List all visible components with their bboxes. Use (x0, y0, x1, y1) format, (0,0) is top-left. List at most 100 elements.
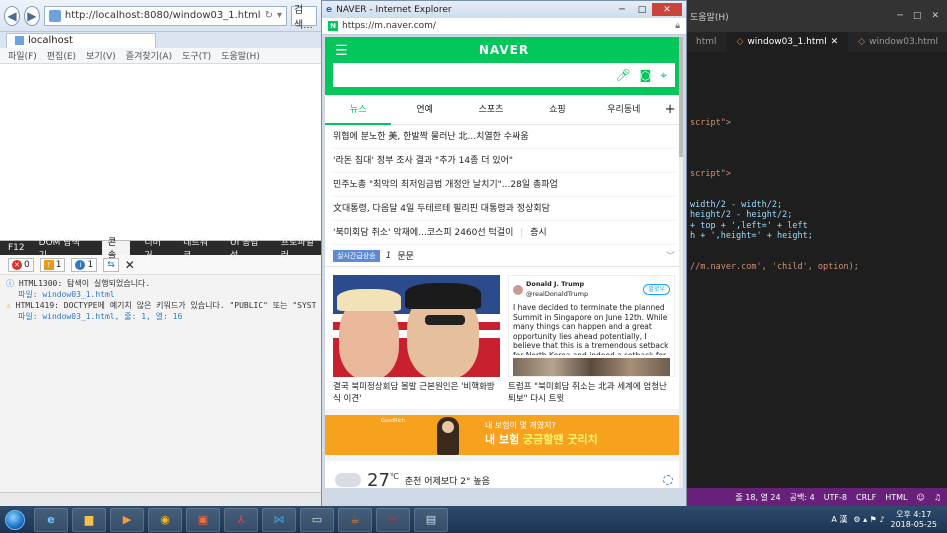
menu-help[interactable]: 도움말(H) (221, 49, 260, 62)
vscode-tab-window03[interactable]: ◇ window03.html (848, 32, 947, 52)
menu-tools[interactable]: 도구(T) (182, 49, 211, 62)
tab-news[interactable]: 뉴스 (325, 95, 392, 125)
vscode-menu-help[interactable]: 도움말(H) (690, 10, 729, 23)
vscode-tab-html[interactable]: html (686, 32, 727, 52)
news-item[interactable]: '라돈 침대' 정부 조사 결과 "추가 14종 더 있어" (333, 149, 675, 173)
ie-tab-localhost[interactable]: localhost (6, 32, 156, 48)
tab-neighborhood[interactable]: 우리동네 (591, 95, 657, 125)
clock-date: 2018-05-25 (890, 519, 938, 529)
taskbar-app-orange[interactable]: ▣ (186, 507, 220, 532)
card-caption: 트럼프 "북미회담 취소는 北과 세계에 엄청난 퇴보" 다시 트윗 (508, 382, 667, 404)
status-line-ending[interactable]: CRLF (856, 493, 876, 502)
status-encoding[interactable]: UTF-8 (824, 493, 847, 502)
tweet-author-name: Donald J. Trump (526, 280, 585, 288)
clear-console-icon[interactable]: ✕ (125, 258, 135, 272)
scrollbar-thumb[interactable] (679, 37, 683, 157)
f12-tab-profiler[interactable]: 프로파일러 (281, 235, 322, 261)
tab-entertainment[interactable]: 연예 (391, 95, 457, 125)
close-tab-icon[interactable]: ✕ (831, 37, 839, 47)
code-editor[interactable]: script"> script"> width/2 - width/2; hei… (686, 52, 947, 272)
taskbar-cmd[interactable]: ▭ (300, 507, 334, 532)
refresh-icon[interactable]: ↻ (265, 10, 273, 21)
news-card[interactable]: Donald J. Trump @realDonaldTrump 팔로우 I ha… (508, 275, 675, 405)
warning-filter-button[interactable]: ! 1 (39, 257, 66, 272)
taskbar-chrome[interactable]: ◉ (148, 507, 182, 532)
news-item[interactable]: 민주노총 "최악의 최저임금법 개정안 날치기"...28일 총파업 (333, 173, 675, 197)
ie-url-field[interactable]: http://localhost:8080/window03_1.html ↻ … (43, 5, 287, 26)
minimize-icon[interactable]: ─ (612, 3, 632, 16)
refresh-ring-icon[interactable] (663, 475, 673, 485)
tweet-author: Donald J. Trump @realDonaldTrump (526, 280, 588, 299)
realtime-trending-bar[interactable]: 실시간급상승 1 문문 ﹀ (325, 245, 683, 267)
tab-label: window03_1.html (747, 37, 827, 47)
taskbar-snipping-tool[interactable]: ✂ (376, 507, 410, 532)
news-headline[interactable]: '북미회담 취소' 악재에...코스피 2460선 턱걸이 (333, 228, 513, 238)
ime-indicator[interactable]: A 漢 (831, 514, 847, 525)
popup-scrollbar[interactable] (679, 37, 683, 488)
close-icon[interactable]: ✕ (931, 11, 939, 21)
naver-logo[interactable]: NAVER (325, 43, 683, 57)
error-count: 0 (24, 259, 30, 270)
status-cursor-position[interactable]: 줄 18, 열 24 (735, 492, 780, 503)
trending-label: 실시간급상승 (333, 249, 380, 262)
taskbar-java[interactable]: ☕︎ (338, 507, 372, 532)
f12-tab-debugger[interactable]: 디버거 (144, 235, 169, 261)
console-line[interactable]: 파일: window03_1.html, 줄: 1, 열: 16 (6, 311, 316, 322)
menu-favorites[interactable]: 즐겨찾기(A) (126, 49, 172, 62)
naver-search-box[interactable]: 🎤︎ ◙ ⌖ (333, 63, 675, 87)
taskbar-acrobat[interactable]: ⅄ (224, 507, 258, 532)
tray-icons[interactable]: ⚙ ▴ ⚑ ♪ (853, 515, 884, 524)
chevron-down-icon[interactable]: ﹀ (666, 249, 675, 262)
horizontal-scrollbar[interactable] (0, 492, 322, 506)
ie-search-field[interactable]: 검색... (291, 5, 317, 31)
f12-tab-console[interactable]: 콘솔 (101, 238, 131, 261)
maximize-icon[interactable]: □ (913, 11, 922, 21)
popup-url[interactable]: https://m.naver.com/ (342, 21, 436, 31)
location-pin-icon[interactable]: ⌖ (660, 68, 667, 83)
smiley-feedback-icon[interactable]: ☺ (916, 493, 924, 502)
start-button[interactable] (0, 507, 30, 533)
taskbar-file-explorer[interactable]: ▆ (72, 507, 106, 532)
clear-on-navigate-button[interactable]: ⇆ (103, 257, 119, 272)
news-card[interactable]: 결국 북미정상회담 볼발 근본원인은 '비핵화방식 이견' (333, 275, 500, 405)
f12-tab-network[interactable]: 네트워크 (183, 235, 216, 261)
dropdown-arrow-icon[interactable]: ▾ (277, 10, 282, 21)
maximize-icon[interactable]: □ (632, 3, 652, 16)
microphone-icon[interactable]: 🎤︎ (615, 68, 630, 82)
ad-main-text: 내 보험 (485, 433, 524, 446)
menu-file[interactable]: 파일(F) (8, 49, 37, 62)
weather-widget[interactable]: 27℃ 춘천 어제보다 2° 높음 (325, 461, 683, 488)
f12-tab-ui[interactable]: UI 응답성 (230, 235, 267, 261)
weather-description: 춘천 어제보다 2° 높음 (404, 476, 490, 487)
taskbar-internet-explorer[interactable]: e (34, 507, 68, 532)
info-filter-button[interactable]: i 1 (71, 257, 98, 272)
taskbar-notepad[interactable]: ▤ (414, 507, 448, 532)
banner-ad[interactable]: GoodRich 내 보험이 몇 개였지? 내 보험 궁금할땐 굿리치 (325, 415, 683, 455)
tray-clock[interactable]: 오후 4:17 2018-05-25 (891, 510, 938, 530)
back-arrow-icon[interactable]: ◀ (4, 5, 20, 26)
forward-arrow-icon[interactable]: ▶ (23, 5, 40, 26)
close-icon[interactable]: ✕ (652, 3, 682, 16)
menu-view[interactable]: 보기(V) (86, 49, 116, 62)
news-tag[interactable]: 증시 (530, 228, 547, 238)
status-indentation[interactable]: 공백: 4 (790, 492, 815, 503)
vscode-tab-window03-1[interactable]: ◇ window03_1.html ✕ (726, 32, 849, 52)
taskbar-media-player[interactable]: ▶ (110, 507, 144, 532)
tweet-follow-label: 팔로우 (643, 283, 670, 296)
menu-edit[interactable]: 편집(E) (47, 49, 76, 62)
console-line[interactable]: 파일: window03_1.html (6, 289, 316, 300)
status-language[interactable]: HTML (885, 493, 907, 502)
news-item[interactable]: 文대통령, 다음달 4일 두테르테 필리핀 대통령과 정상회담 (333, 197, 675, 221)
taskbar-vscode[interactable]: ⋈ (262, 507, 296, 532)
error-filter-button[interactable]: ✕ 0 (8, 257, 34, 272)
vscode-title-bar: 도움말(H) ─ □ ✕ (686, 0, 947, 32)
tab-sports[interactable]: 스포츠 (458, 95, 524, 125)
camera-lens-icon[interactable]: ◙ (640, 68, 652, 82)
minimize-icon[interactable]: ─ (898, 11, 903, 21)
bell-icon[interactable]: ♫ (934, 493, 941, 502)
tab-shopping[interactable]: 쇼핑 (524, 95, 590, 125)
news-item[interactable]: 위협에 분노한 美, 한발짝 물러난 北...치열한 수싸움 (333, 125, 675, 149)
divider: | (520, 228, 524, 238)
